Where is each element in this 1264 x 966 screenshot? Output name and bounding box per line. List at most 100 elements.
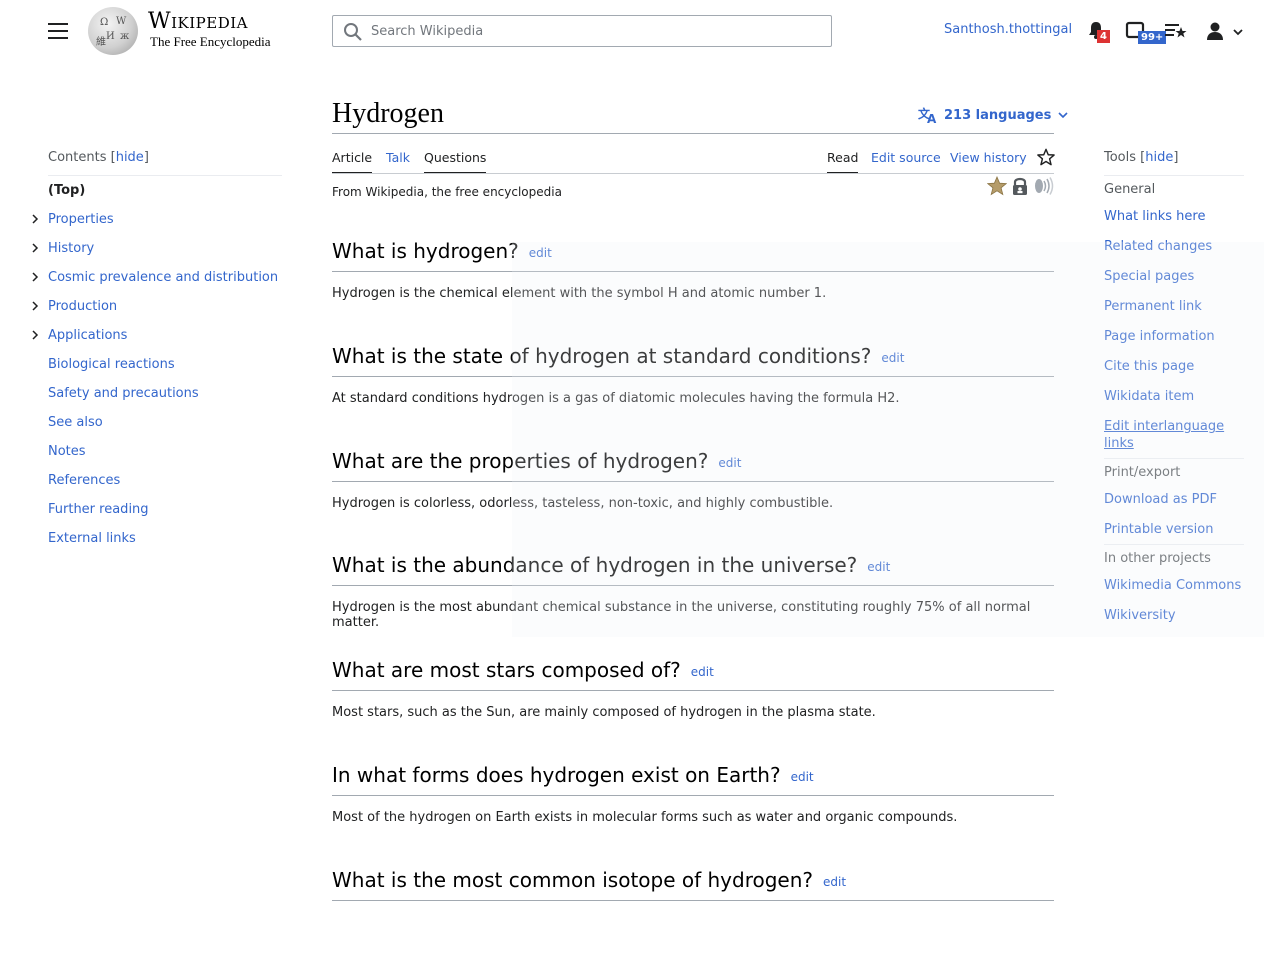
svg-text:A: A	[927, 112, 937, 124]
toc-item[interactable]: Properties	[32, 205, 282, 234]
toc-item-label[interactable]: Biological reactions	[48, 357, 175, 372]
chevron-right-icon[interactable]	[30, 272, 40, 282]
tools-link[interactable]: Wikidata item	[1104, 389, 1194, 404]
tab-read[interactable]: Read	[827, 150, 859, 174]
section-heading: What are the properties of hydrogen? edit	[332, 442, 1054, 482]
search-box[interactable]	[332, 15, 832, 47]
wikipedia-logo[interactable]: ΩWИж維 Wikipedia The Free Encyclopedia	[88, 7, 273, 55]
tools-item: Related changes	[1104, 231, 1244, 261]
article-section: What is the abundance of hydrogen in the…	[332, 546, 1054, 651]
toc-item-label[interactable]: Properties	[48, 212, 114, 227]
lock-icon[interactable]	[1011, 176, 1029, 196]
tab-view-history[interactable]: View history	[950, 150, 1027, 174]
section-heading: What is the state of hydrogen at standar…	[332, 337, 1054, 377]
audio-icon[interactable]	[1033, 176, 1055, 196]
toc-header: Contents [hide]	[48, 150, 282, 176]
tab-talk[interactable]: Talk	[386, 150, 410, 174]
chevron-right-icon[interactable]	[30, 301, 40, 311]
watchlist-button[interactable]	[1164, 18, 1190, 44]
notices-button[interactable]: 99+	[1124, 18, 1167, 44]
watch-star-icon[interactable]	[1037, 148, 1055, 166]
tools-link[interactable]: Permanent link	[1104, 299, 1202, 314]
wordmark: Wikipedia	[148, 9, 248, 34]
section-edit-link[interactable]: edit	[691, 665, 714, 679]
notifications-button[interactable]: 4	[1084, 18, 1110, 44]
tab-questions[interactable]: Questions	[424, 150, 487, 174]
tools-link[interactable]: Wikimedia Commons	[1104, 578, 1241, 593]
tools-list: General What links here Related changes Spe…	[1104, 176, 1244, 630]
language-selector-button[interactable]: 文 A 213 languages	[918, 106, 1069, 124]
tools-hide-toggle[interactable]: hide	[1145, 150, 1173, 165]
tools-link[interactable]: Special pages	[1104, 269, 1194, 284]
toc-hide-toggle[interactable]: hide	[116, 150, 144, 165]
tab-edit-source[interactable]: Edit source	[871, 150, 941, 174]
search-icon[interactable]	[343, 22, 363, 42]
section-edit-link[interactable]: edit	[791, 770, 814, 784]
toc-item[interactable]: Further reading	[48, 495, 282, 524]
toc-item[interactable]: History	[32, 234, 282, 263]
toc-item-label[interactable]: History	[48, 241, 94, 256]
chevron-right-icon[interactable]	[30, 243, 40, 253]
menu-icon[interactable]	[48, 23, 68, 39]
toc-item[interactable]: (Top)	[48, 176, 282, 205]
toc-item[interactable]: Production	[32, 292, 282, 321]
toc-item-label[interactable]: Applications	[48, 328, 127, 343]
toc-item-label[interactable]: (Top)	[48, 183, 85, 198]
tools-item: Download as PDF	[1104, 484, 1244, 514]
tools-link[interactable]: Wikiversity	[1104, 608, 1176, 623]
user-menu-button[interactable]	[1204, 18, 1248, 44]
site-subtitle: From Wikipedia, the free encyclopedia	[332, 185, 562, 199]
toc-item[interactable]: See also	[48, 408, 282, 437]
toc-item-label[interactable]: Notes	[48, 444, 86, 459]
section-edit-link[interactable]: edit	[881, 351, 904, 365]
tools-link[interactable]: What links here	[1104, 209, 1205, 224]
toc-title: Contents	[48, 150, 107, 165]
tools-item: Special pages	[1104, 261, 1244, 291]
toc-item[interactable]: Notes	[48, 437, 282, 466]
search-input[interactable]	[369, 16, 824, 46]
article-content: What is hydrogen? edit Hydrogen is the che…	[332, 232, 1054, 966]
toc-item-label[interactable]: Further reading	[48, 502, 149, 517]
tools-link[interactable]: Download as PDF	[1104, 492, 1217, 507]
translate-icon: 文 A	[918, 106, 937, 124]
toc-item[interactable]: Safety and precautions	[48, 379, 282, 408]
toc-item[interactable]: Biological reactions	[48, 350, 282, 379]
table-of-contents: Contents [hide] (Top) Properties History Co…	[32, 150, 282, 553]
tools-item: Page information	[1104, 321, 1244, 351]
toc-item-label[interactable]: Cosmic prevalence and distribution	[48, 270, 278, 285]
toc-item[interactable]: Applications	[32, 321, 282, 350]
section-edit-link[interactable]: edit	[823, 875, 846, 889]
toc-item-label[interactable]: See also	[48, 415, 103, 430]
section-heading: What are most stars composed of? edit	[332, 651, 1054, 692]
toc-item-label[interactable]: External links	[48, 531, 136, 546]
title-divider	[332, 133, 1054, 134]
section-text: At standard conditions hydrogen is a gas…	[332, 390, 900, 406]
article-section: What are most stars composed of? edit Most…	[332, 651, 1054, 756]
section-edit-link[interactable]: edit	[718, 456, 741, 470]
page-title: Hydrogen	[332, 98, 444, 129]
section-edit-link[interactable]: edit	[867, 560, 890, 574]
chevron-right-icon[interactable]	[30, 214, 40, 224]
featured-star-icon[interactable]	[987, 176, 1007, 196]
toc-item-label[interactable]: Production	[48, 299, 117, 314]
tab-article[interactable]: Article	[332, 150, 373, 174]
toc-item[interactable]: Cosmic prevalence and distribution	[32, 263, 282, 292]
toc-item[interactable]: References	[48, 466, 282, 495]
globe-icon: ΩWИж維	[88, 7, 138, 55]
section-heading-text: What is hydrogen?	[332, 239, 519, 263]
tools-link[interactable]: Edit interlanguage links	[1104, 419, 1224, 451]
notices-count-badge: 99+	[1138, 31, 1167, 44]
chevron-right-icon[interactable]	[30, 330, 40, 340]
user-icon	[1207, 22, 1223, 40]
user-page-link[interactable]: Santhosh.thottingal	[944, 22, 1072, 37]
tools-link[interactable]: Printable version	[1104, 522, 1213, 537]
toc-item-label[interactable]: Safety and precautions	[48, 386, 199, 401]
toc-item[interactable]: External links	[48, 524, 282, 553]
toc-item-label[interactable]: References	[48, 473, 120, 488]
section-heading: What is the abundance of hydrogen in the…	[332, 546, 1054, 587]
section-heading: What is the most common isotope of hydro…	[332, 861, 1054, 901]
tools-link[interactable]: Related changes	[1104, 239, 1212, 254]
section-edit-link[interactable]: edit	[529, 246, 552, 260]
tools-link[interactable]: Cite this page	[1104, 359, 1194, 374]
tools-link[interactable]: Page information	[1104, 329, 1215, 344]
